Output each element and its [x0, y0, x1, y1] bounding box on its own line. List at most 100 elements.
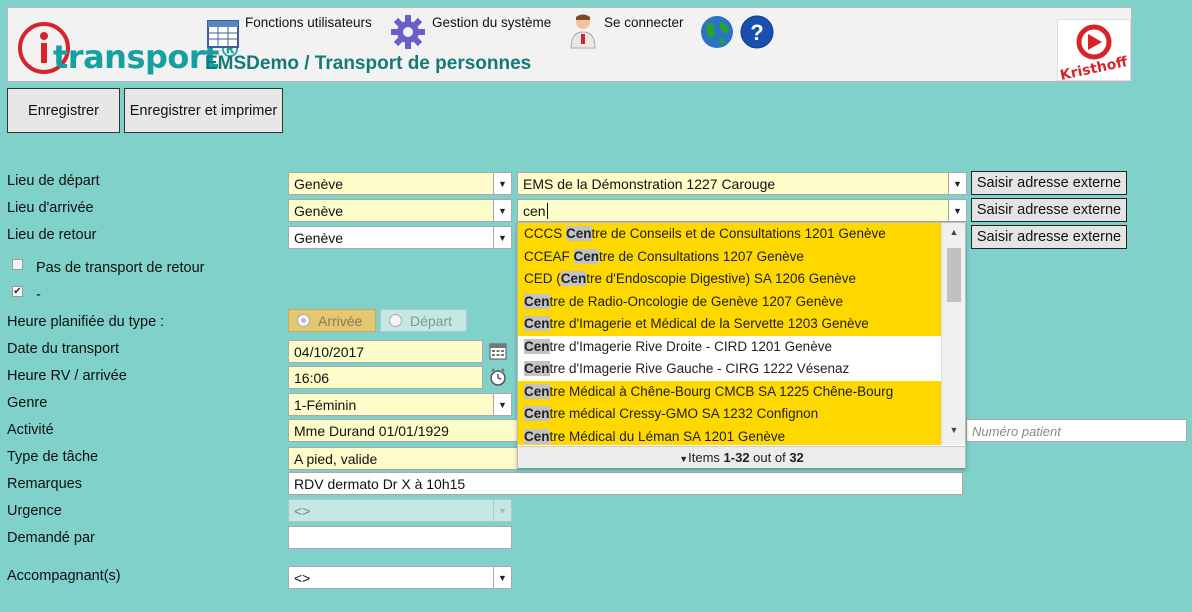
list-item[interactable]: CED (Centre d'Endoscopie Digestive) SA 1…	[518, 268, 942, 291]
radio-dot-icon	[389, 314, 402, 327]
patient-number-placeholder: Numéro patient	[972, 424, 1061, 439]
footer-prefix: Items	[688, 450, 724, 465]
depart-address-select[interactable]: EMS de la Démonstration 1227 Carouge ▼	[517, 172, 967, 195]
radio-depart[interactable]: Départ	[380, 309, 467, 332]
remarques-value: RDV dermato Dr X à 10h15	[294, 476, 466, 492]
retour-city-select[interactable]: Genève ▼	[288, 226, 512, 249]
date-value: 04/10/2017	[294, 344, 365, 360]
chevron-down-icon[interactable]: ▼	[948, 200, 966, 221]
demande-input[interactable]	[288, 526, 512, 549]
scrollbar[interactable]: ▲ ▼	[941, 223, 965, 445]
caret-down-icon: ▼	[679, 454, 689, 464]
chevron-down-icon[interactable]: ▼	[493, 394, 511, 415]
no-return-label: Pas de transport de retour	[36, 260, 205, 276]
heure-type-label: Heure planifiée du type :	[7, 314, 165, 330]
menu-system-management[interactable]: Gestion du système	[390, 12, 551, 50]
list-item[interactable]: Centre de Radio-Oncologie de Genève 1207…	[518, 290, 942, 313]
tache-label: Type de tâche	[7, 449, 99, 465]
depart-city-value: Genève	[294, 176, 344, 192]
retour-city-value: Genève	[294, 230, 344, 246]
urgence-label: Urgence	[7, 503, 62, 519]
itransport-logo: transport®	[11, 10, 241, 80]
table-icon	[207, 20, 239, 48]
activite-label: Activité	[7, 422, 54, 438]
accompagnant-select[interactable]: <> ▼	[288, 566, 512, 589]
footer-mid: out of	[749, 450, 790, 465]
kristhoff-logo-icon: Kristhoff	[1059, 24, 1130, 84]
chevron-down-icon[interactable]: ▼	[493, 567, 511, 588]
urgence-value: <>	[294, 503, 311, 519]
remarques-label: Remarques	[7, 476, 82, 492]
scroll-down-icon[interactable]: ▼	[942, 425, 966, 441]
kristhoff-logo: Kristhoff	[1057, 19, 1131, 84]
scrollbar-thumb[interactable]	[947, 248, 961, 302]
address-autocomplete-dropdown: CCCS Centre de Conseils et de Consultati…	[517, 222, 966, 468]
globe-icon[interactable]	[700, 15, 734, 49]
app-header: transport® Fonctions utilisateurs Gestio…	[7, 7, 1132, 84]
chevron-down-icon[interactable]: ▼	[493, 200, 511, 221]
heure-label: Heure RV / arrivée	[7, 368, 127, 384]
list-item[interactable]: Centre d'Imagerie Rive Gauche - CIRG 122…	[518, 358, 942, 381]
list-item[interactable]: Centre d'Imagerie et Médical de la Serve…	[518, 313, 942, 336]
scroll-up-icon[interactable]: ▲	[942, 227, 966, 243]
retour-label: Lieu de retour	[7, 227, 97, 243]
genre-select[interactable]: 1-Féminin ▼	[288, 393, 512, 416]
depart-label: Lieu de départ	[7, 173, 100, 189]
patient-number-input[interactable]: Numéro patient	[966, 419, 1187, 442]
radio-arrivee[interactable]: Arrivée	[288, 309, 376, 332]
save-button[interactable]: Enregistrer	[7, 88, 120, 133]
gear-icon	[391, 15, 425, 49]
radio-depart-label: Départ	[410, 312, 453, 329]
accompagnant-value: <>	[294, 570, 311, 586]
menu-login[interactable]: Se connecter	[568, 12, 684, 50]
dash-label: -	[36, 287, 41, 303]
genre-label: Genre	[7, 395, 48, 411]
depart-address-value: EMS de la Démonstration 1227 Carouge	[523, 176, 776, 192]
no-return-checkbox[interactable]	[12, 259, 23, 270]
date-input[interactable]: 04/10/2017	[288, 340, 483, 363]
depart-external-address-button[interactable]: Saisir adresse externe	[971, 171, 1127, 195]
list-item[interactable]: CCCS Centre de Conseils et de Consultati…	[518, 223, 942, 246]
list-item[interactable]: Centre d'Imagerie Rive Droite - CIRD 120…	[518, 336, 942, 359]
help-icon[interactable]: ?	[740, 15, 774, 49]
arrivee-external-address-button[interactable]: Saisir adresse externe	[971, 198, 1127, 222]
heure-input[interactable]: 16:06	[288, 366, 483, 389]
activite-input[interactable]: Mme Durand 01/01/1929	[288, 419, 517, 442]
genre-value: 1-Féminin	[294, 397, 357, 413]
dash-checkbox[interactable]: ✔	[12, 286, 23, 297]
menu-user-functions-label: Fonctions utilisateurs	[245, 15, 372, 30]
chevron-down-icon[interactable]: ▼	[493, 173, 511, 194]
save-print-button[interactable]: Enregistrer et imprimer	[124, 88, 283, 133]
chevron-down-icon[interactable]: ▼	[493, 227, 511, 248]
chevron-down-icon: ▼	[493, 500, 511, 521]
footer-total: 32	[789, 450, 804, 465]
heure-value: 16:06	[294, 370, 330, 386]
list-item[interactable]: Centre Médical à Chêne-Bourg CMCB SA 122…	[518, 380, 942, 403]
remarques-input[interactable]: RDV dermato Dr X à 10h15	[288, 472, 963, 495]
menu-system-management-label: Gestion du système	[432, 15, 552, 30]
chevron-down-icon[interactable]: ▼	[948, 173, 966, 194]
clock-icon[interactable]	[489, 368, 507, 386]
list-item[interactable]: Centre médical Cressy-GMO SA 1232 Config…	[518, 403, 942, 426]
menu-login-label: Se connecter	[604, 15, 684, 30]
arrivee-city-value: Genève	[294, 203, 344, 219]
text-cursor	[546, 203, 548, 219]
footer-range: 1-32	[723, 450, 750, 465]
urgence-select[interactable]: <> ▼	[288, 499, 512, 522]
arrivee-label: Lieu d'arrivée	[7, 200, 94, 216]
arrivee-address-combobox[interactable]: cen ▼	[517, 199, 967, 222]
app-title: EMSDemo / Transport de personnes	[205, 53, 532, 74]
activite-value: Mme Durand 01/01/1929	[294, 423, 449, 439]
calendar-icon[interactable]	[489, 342, 507, 360]
tache-select[interactable]: A pied, valide	[288, 447, 517, 470]
list-item[interactable]: Centre Médical du Léman SA 1201 Genève	[518, 425, 942, 445]
menu-user-functions[interactable]: Fonctions utilisateurs	[207, 12, 372, 48]
arrivee-city-select[interactable]: Genève ▼	[288, 199, 512, 222]
radio-dot-icon	[297, 314, 310, 327]
list-item[interactable]: CCEAF Centre de Consultations 1207 Genèv…	[518, 245, 942, 268]
user-doctor-icon	[570, 14, 596, 49]
retour-external-address-button[interactable]: Saisir adresse externe	[971, 225, 1127, 249]
date-label: Date du transport	[7, 341, 120, 357]
dropdown-footer: ▼Items 1-32 out of 32	[518, 446, 965, 468]
depart-city-select[interactable]: Genève ▼	[288, 172, 512, 195]
